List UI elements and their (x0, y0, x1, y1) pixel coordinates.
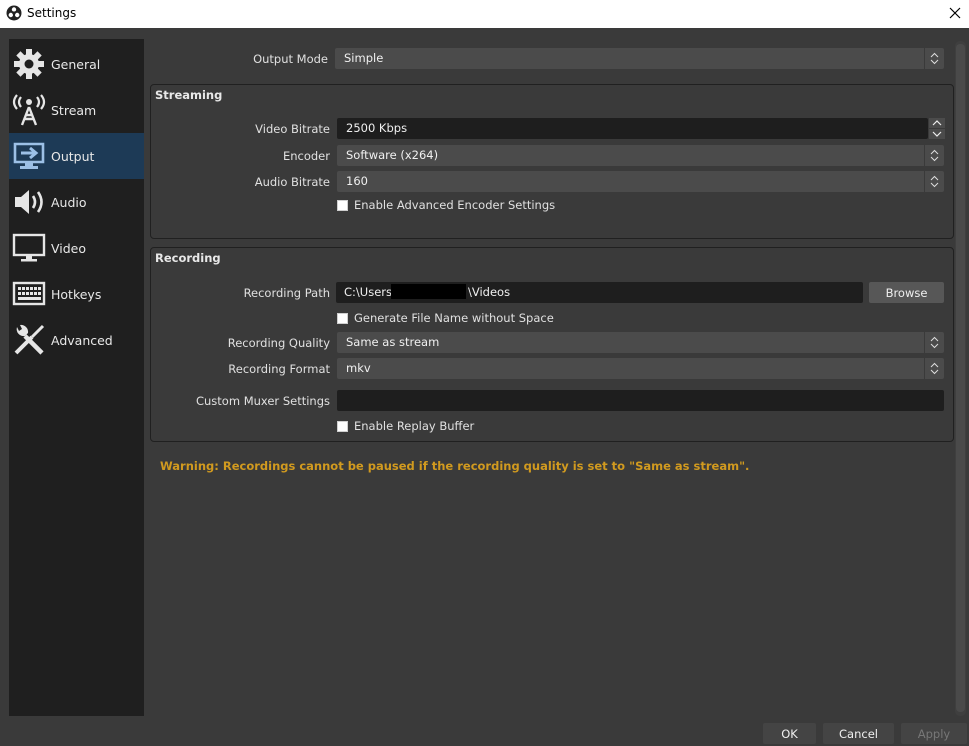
browse-button[interactable]: Browse (869, 282, 944, 303)
checkbox-label: Enable Advanced Encoder Settings (354, 198, 556, 212)
checkbox-box[interactable] (337, 199, 348, 211)
output-settings-panel: Output Mode Simple Streaming Video Bitra… (144, 39, 954, 716)
monitor-icon (11, 230, 47, 266)
redacted-username (391, 284, 466, 299)
streaming-group: Streaming Video Bitrate 2500 Kbps Encode… (150, 84, 954, 239)
checkbox-box[interactable] (337, 420, 348, 432)
close-button[interactable] (941, 0, 969, 26)
settings-sidebar: General Stream Output Audio Video Hotkey… (9, 39, 144, 716)
recording-group-title: Recording (155, 251, 221, 265)
recording-format-label: Recording Format (228, 362, 330, 376)
updown-chevron-icon (924, 171, 944, 192)
recording-path-label: Recording Path (243, 286, 330, 300)
recording-quality-value: Same as stream (346, 335, 440, 349)
checkbox-label: Enable Replay Buffer (354, 419, 475, 433)
audio-bitrate-label: Audio Bitrate (254, 175, 330, 189)
recording-group: Recording Recording Path C:\Users\ \Vide… (150, 247, 954, 442)
video-bitrate-label: Video Bitrate (255, 122, 330, 136)
sidebar-item-general[interactable]: General (9, 41, 144, 87)
no-space-filename-checkbox[interactable]: Generate File Name without Space (337, 311, 554, 325)
gear-icon (11, 46, 47, 82)
encoder-label: Encoder (282, 149, 330, 163)
advanced-encoder-checkbox[interactable]: Enable Advanced Encoder Settings (337, 198, 555, 212)
audio-bitrate-select[interactable]: 160 (337, 171, 944, 192)
recording-quality-select[interactable]: Same as stream (337, 332, 944, 353)
sidebar-item-label: Video (51, 240, 87, 256)
vertical-scrollbar[interactable] (955, 41, 966, 716)
video-bitrate-value: 2500 Kbps (346, 121, 408, 135)
sidebar-item-label: Hotkeys (51, 286, 102, 302)
video-bitrate-spinner (929, 118, 945, 139)
close-icon (949, 7, 961, 19)
apply-button[interactable]: Apply (901, 723, 967, 744)
custom-muxer-input[interactable] (337, 390, 944, 411)
recording-path-input[interactable]: C:\Users\ \Videos (336, 282, 863, 303)
sidebar-item-output[interactable]: Output (9, 133, 144, 179)
sidebar-item-hotkeys[interactable]: Hotkeys (9, 271, 144, 317)
monitor-arrow-icon (11, 138, 47, 174)
chevron-down-icon (932, 131, 942, 137)
chevron-up-icon (932, 120, 942, 126)
sidebar-item-advanced[interactable]: Advanced (9, 317, 144, 363)
sidebar-item-label: Audio (51, 194, 87, 210)
speaker-icon (11, 184, 47, 220)
sidebar-item-label: General (51, 56, 101, 72)
title-bar: Settings (0, 0, 969, 28)
checkbox-label: Generate File Name without Space (354, 311, 554, 325)
checkbox-box[interactable] (337, 312, 348, 324)
ok-button[interactable]: OK (763, 723, 816, 744)
encoder-select[interactable]: Software (x264) (337, 145, 944, 166)
cancel-button[interactable]: Cancel (823, 723, 894, 744)
spin-down-button[interactable] (929, 129, 945, 139)
custom-muxer-label: Custom Muxer Settings (195, 394, 330, 408)
recording-path-prefix: C:\Users\ (344, 285, 396, 299)
streaming-group-title: Streaming (155, 88, 223, 102)
sidebar-item-stream[interactable]: Stream (9, 87, 144, 133)
recording-path-suffix: \Videos (468, 285, 511, 299)
broadcast-tower-icon (11, 92, 47, 128)
window-title: Settings (27, 6, 77, 20)
wrench-screwdriver-icon (11, 322, 47, 358)
audio-bitrate-value: 160 (346, 174, 368, 188)
output-mode-select[interactable]: Simple (335, 48, 944, 69)
sidebar-item-label: Advanced (51, 332, 113, 348)
sidebar-item-label: Output (51, 148, 95, 164)
keyboard-icon (11, 276, 47, 312)
updown-chevron-icon (924, 48, 944, 69)
output-mode-label: Output Mode (253, 52, 328, 66)
spin-up-button[interactable] (929, 118, 945, 128)
video-bitrate-input[interactable]: 2500 Kbps (337, 118, 928, 139)
sidebar-item-audio[interactable]: Audio (9, 179, 144, 225)
replay-buffer-checkbox[interactable]: Enable Replay Buffer (337, 419, 474, 433)
updown-chevron-icon (924, 145, 944, 166)
obs-logo-icon (6, 5, 22, 21)
sidebar-item-label: Stream (51, 102, 97, 118)
output-mode-value: Simple (344, 51, 384, 65)
sidebar-item-video[interactable]: Video (9, 225, 144, 271)
recording-format-select[interactable]: mkv (337, 358, 944, 379)
recording-quality-label: Recording Quality (227, 336, 330, 350)
updown-chevron-icon (924, 332, 944, 353)
updown-chevron-icon (924, 358, 944, 379)
encoder-value: Software (x264) (346, 148, 439, 162)
recording-format-value: mkv (346, 361, 371, 375)
warning-message: Warning: Recordings cannot be paused if … (160, 459, 750, 473)
scrollbar-thumb[interactable] (956, 44, 965, 712)
